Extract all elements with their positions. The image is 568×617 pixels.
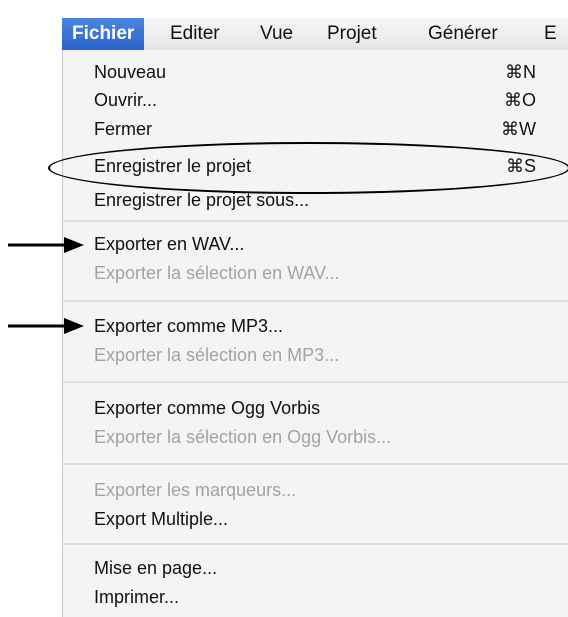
menu-item-exporter-ogg[interactable]: Exporter comme Ogg Vorbis xyxy=(94,395,320,421)
menu-separator xyxy=(63,300,568,302)
menu-item-exporter-wav[interactable]: Exporter en WAV... xyxy=(94,231,244,257)
menu-item-exporter-selection-ogg: Exporter la sélection en Ogg Vorbis... xyxy=(94,427,392,447)
screen: Fichier Editer Vue Projet Générer E Nouv… xyxy=(0,0,568,617)
menu-bar: Fichier Editer Vue Projet Générer E xyxy=(62,18,568,51)
shortcut-fermer: ⌘W xyxy=(501,119,536,139)
menu-item-exporter-mp3[interactable]: Exporter comme MP3... xyxy=(94,313,283,339)
fichier-dropdown-menu: Nouveau ⌘N Ouvrir... ⌘O Fermer ⌘W Enregi… xyxy=(62,50,568,617)
menu-item-exporter-selection-wav: Exporter la sélection en WAV... xyxy=(94,263,340,283)
menu-item-exporter-selection-mp3: Exporter la sélection en MP3... xyxy=(94,345,340,365)
menu-generer[interactable]: Générer xyxy=(418,18,508,50)
menu-separator xyxy=(63,463,568,465)
menu-item-export-multiple[interactable]: Export Multiple... xyxy=(94,506,228,532)
menu-item-ouvrir[interactable]: Ouvrir... xyxy=(94,87,157,113)
menu-item-nouveau[interactable]: Nouveau xyxy=(94,59,166,85)
menu-item-mise-en-page[interactable]: Mise en page... xyxy=(94,555,217,581)
menu-separator xyxy=(63,381,568,383)
highlight-oval xyxy=(48,142,568,194)
menu-separator xyxy=(63,220,568,222)
arrow-icon xyxy=(8,237,84,253)
menu-item-exporter-marqueurs: Exporter les marqueurs... xyxy=(94,480,297,500)
menu-projet[interactable]: Projet xyxy=(317,18,387,50)
menu-fichier[interactable]: Fichier xyxy=(62,18,145,50)
menu-e[interactable]: E xyxy=(534,18,567,50)
menu-vue[interactable]: Vue xyxy=(250,18,303,50)
menu-item-fermer[interactable]: Fermer xyxy=(94,116,152,142)
shortcut-ouvrir: ⌘O xyxy=(503,90,536,110)
shortcut-nouveau: ⌘N xyxy=(505,62,536,82)
arrow-icon xyxy=(8,318,84,334)
menu-item-imprimer[interactable]: Imprimer... xyxy=(94,584,179,610)
menu-separator xyxy=(63,543,568,545)
menu-editer[interactable]: Editer xyxy=(160,18,230,50)
